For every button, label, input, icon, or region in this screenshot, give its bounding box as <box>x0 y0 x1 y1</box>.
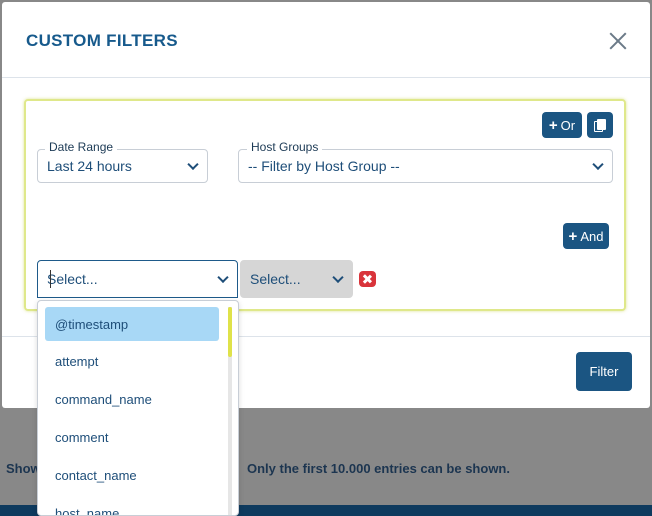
dropdown-option[interactable]: command_name <box>45 382 219 416</box>
dropdown-option[interactable]: @timestamp <box>45 307 219 341</box>
dropdown-option[interactable]: host_name <box>45 496 219 516</box>
backdrop-show-text: Show <box>6 461 41 476</box>
operator-select-value: Select... <box>250 271 301 287</box>
dropdown-option[interactable]: attempt <box>45 344 219 378</box>
copy-group-button[interactable] <box>587 112 613 138</box>
plus-icon: + <box>568 227 578 245</box>
filter-button[interactable]: Filter <box>576 352 632 391</box>
close-icon[interactable] <box>606 29 630 53</box>
date-range-value: Last 24 hours <box>47 158 132 174</box>
chevron-down-icon <box>332 271 344 284</box>
chevron-down-icon <box>217 271 229 284</box>
host-groups-label: Host Groups <box>247 140 323 154</box>
field-dropdown-menu: @timestamp attempt command_name comment … <box>37 300 239 516</box>
dropdown-option[interactable]: contact_name <box>45 458 219 492</box>
dropdown-scrollbar-thumb[interactable] <box>228 307 232 357</box>
host-groups-value: -- Filter by Host Group -- <box>248 158 400 174</box>
modal-title: CUSTOM FILTERS <box>26 31 178 50</box>
chevron-down-icon <box>592 158 604 171</box>
text-caret <box>50 270 51 288</box>
modal-header: CUSTOM FILTERS <box>2 2 650 78</box>
host-groups-select[interactable]: -- Filter by Host Group -- <box>238 149 613 183</box>
add-and-button[interactable]: + And <box>563 223 609 249</box>
or-label: Or <box>560 117 576 133</box>
add-or-button[interactable]: + Or <box>542 112 582 138</box>
field-select-value: Select... <box>47 271 98 287</box>
date-range-select[interactable]: Last 24 hours <box>37 149 208 183</box>
date-range-label: Date Range <box>45 140 118 154</box>
backdrop-entries-notice: Only the first 10.000 entries can be sho… <box>247 461 510 476</box>
and-label: And <box>580 228 604 244</box>
chevron-down-icon <box>187 158 199 171</box>
dropdown-option[interactable]: comment <box>45 420 219 454</box>
operator-select[interactable]: Select... <box>240 260 353 298</box>
remove-icon[interactable] <box>359 271 376 287</box>
plus-icon: + <box>548 116 558 134</box>
field-select[interactable]: Select... <box>37 260 238 298</box>
copy-icon <box>594 118 606 132</box>
